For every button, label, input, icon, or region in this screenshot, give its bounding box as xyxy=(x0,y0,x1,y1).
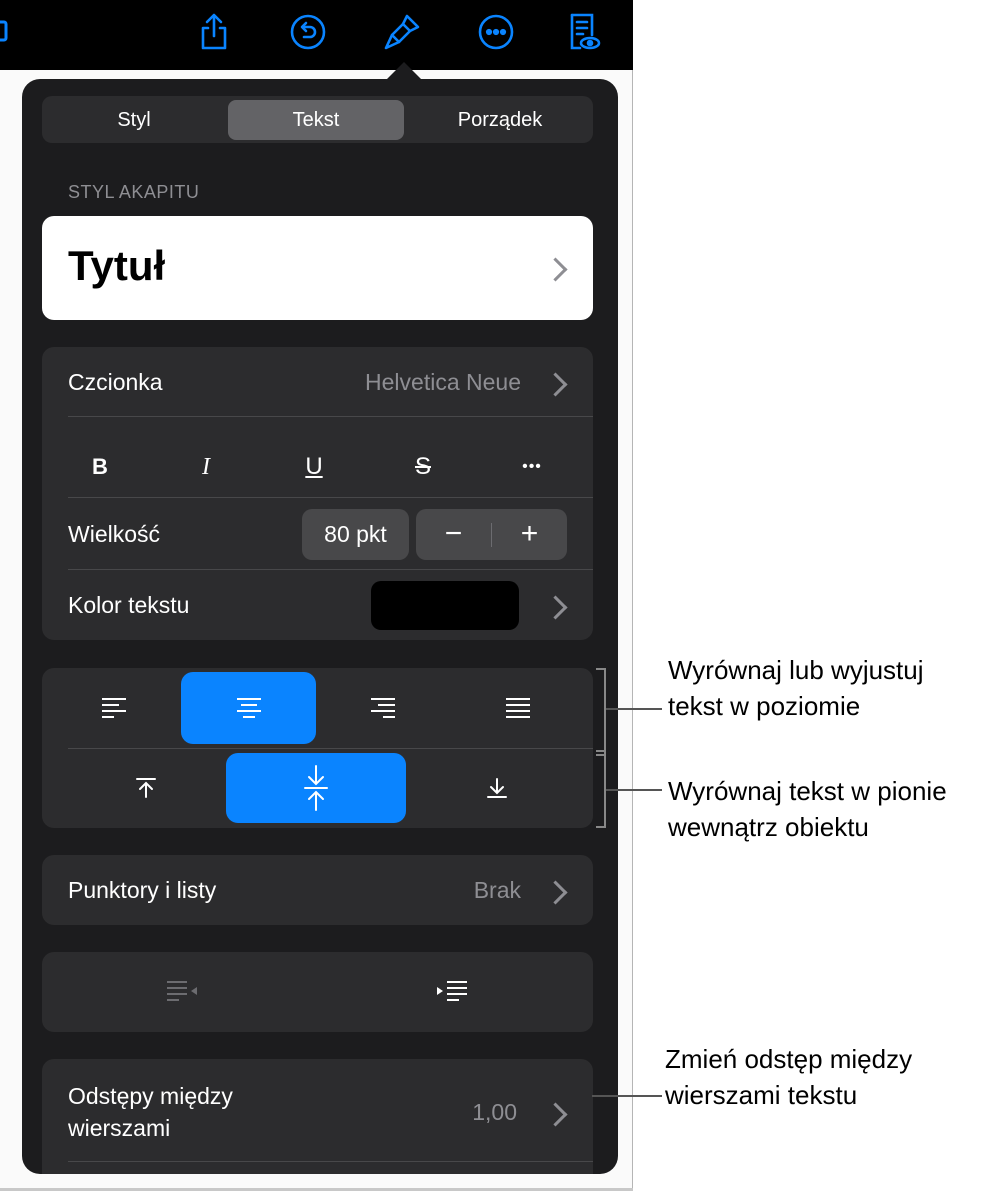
chevron-right-icon[interactable] xyxy=(543,595,568,620)
font-label: Czcionka xyxy=(68,369,163,395)
italic-button[interactable]: I xyxy=(176,447,236,487)
align-middle-icon xyxy=(304,765,328,811)
divider xyxy=(68,569,593,570)
chevron-right-icon[interactable] xyxy=(543,372,568,397)
alignment-group xyxy=(42,668,593,828)
divider xyxy=(68,416,593,417)
callout-text: wewnątrz obiektu xyxy=(668,812,869,842)
align-left-button[interactable] xyxy=(50,672,178,744)
horizontal-align-bracket xyxy=(596,668,606,756)
decrease-indent-icon xyxy=(167,981,197,1001)
share-icon[interactable] xyxy=(192,10,236,54)
chevron-right-icon xyxy=(543,257,568,282)
vertical-align-bracket xyxy=(596,750,606,828)
align-bottom-button[interactable] xyxy=(409,753,585,823)
text-color-label: Kolor tekstu xyxy=(68,592,190,618)
align-right-icon xyxy=(371,698,395,718)
tab-style[interactable]: Styl xyxy=(46,100,222,140)
callout-leader-line xyxy=(606,789,662,791)
bullets-value: Brak xyxy=(473,877,521,903)
align-center-icon xyxy=(236,698,261,718)
chevron-right-icon xyxy=(543,1102,568,1127)
justify-icon xyxy=(505,698,530,718)
indent-group xyxy=(42,952,593,1032)
callout-text: Wyrównaj tekst w pionie xyxy=(668,776,947,806)
size-value: 80 pkt xyxy=(324,521,387,547)
font-value[interactable]: Helvetica Neue xyxy=(365,369,521,396)
line-spacing-label-line1: Odstępy między xyxy=(68,1083,233,1109)
more-text-options-button[interactable]: ••• xyxy=(502,447,562,487)
popover-arrow xyxy=(386,62,422,80)
align-top-icon xyxy=(135,778,156,798)
align-left-icon xyxy=(102,698,126,718)
align-middle-button[interactable] xyxy=(226,753,406,823)
callout-horizontal-align: Wyrównaj lub wyjustuj tekst w poziomie xyxy=(668,652,924,724)
decrease-indent-button[interactable] xyxy=(72,957,292,1027)
reader-view-icon[interactable] xyxy=(560,10,604,54)
callout-leader-line xyxy=(606,708,662,710)
underline-button[interactable]: U xyxy=(284,447,344,487)
increase-indent-button[interactable] xyxy=(342,957,562,1027)
line-spacing-label-line2: wierszami xyxy=(68,1115,171,1141)
align-bottom-icon xyxy=(487,778,507,798)
divider xyxy=(68,1161,593,1162)
size-decrease-button[interactable]: − xyxy=(416,517,491,551)
toolbar xyxy=(0,0,633,70)
more-icon[interactable] xyxy=(474,10,518,54)
align-top-button[interactable] xyxy=(68,753,223,823)
callout-line-spacing: Zmień odstęp między wierszami tekstu xyxy=(665,1041,912,1113)
format-brush-icon[interactable] xyxy=(380,10,424,54)
size-increase-button[interactable]: + xyxy=(492,517,567,551)
size-label: Wielkość xyxy=(68,521,161,547)
undo-icon[interactable] xyxy=(286,10,330,54)
callout-leader-line xyxy=(592,1095,662,1097)
paragraph-style-label: STYL AKAPITU xyxy=(68,182,200,202)
tab-text[interactable]: Tekst xyxy=(228,100,404,140)
callout-text: Wyrównaj lub wyjustuj xyxy=(668,655,924,685)
increase-indent-icon xyxy=(437,981,467,1001)
media-icon[interactable] xyxy=(0,10,18,54)
size-value-field[interactable]: 80 pkt xyxy=(302,509,409,560)
line-spacing-label: Odstępy między wierszami xyxy=(68,1080,233,1144)
divider xyxy=(68,497,593,498)
align-right-button[interactable] xyxy=(319,672,447,744)
line-spacing-row[interactable]: Odstępy między wierszami 1,00 xyxy=(42,1059,593,1174)
chevron-right-icon xyxy=(543,880,568,905)
strikethrough-button[interactable]: S xyxy=(393,447,453,487)
paragraph-style-picker[interactable]: Tytuł xyxy=(42,216,593,320)
bullets-label: Punktory i listy xyxy=(68,877,217,903)
format-tabs: Styl Tekst Porządek xyxy=(42,96,593,143)
size-stepper: − + xyxy=(416,509,567,560)
divider xyxy=(68,748,593,749)
paragraph-style-value: Tytuł xyxy=(68,242,166,289)
bold-button[interactable]: B xyxy=(70,447,130,487)
callout-text: Zmień odstęp między xyxy=(665,1044,913,1074)
callout-text: tekst w poziomie xyxy=(668,691,861,721)
text-color-swatch[interactable] xyxy=(371,581,519,630)
callout-vertical-align: Wyrównaj tekst w pionie wewnątrz obiektu xyxy=(668,773,947,845)
format-popover: Styl Tekst Porządek STYL AKAPITU Tytuł C… xyxy=(22,79,618,1174)
justify-button[interactable] xyxy=(450,672,585,744)
align-center-button[interactable] xyxy=(181,672,316,744)
callout-text: wierszami tekstu xyxy=(665,1080,858,1110)
line-spacing-value: 1,00 xyxy=(472,1099,517,1125)
font-group: Czcionka Helvetica Neue B I U S ••• Wiel… xyxy=(42,347,593,640)
tab-arrange[interactable]: Porządek xyxy=(410,100,590,140)
bullets-lists-row[interactable]: Punktory i listy Brak xyxy=(42,855,593,925)
